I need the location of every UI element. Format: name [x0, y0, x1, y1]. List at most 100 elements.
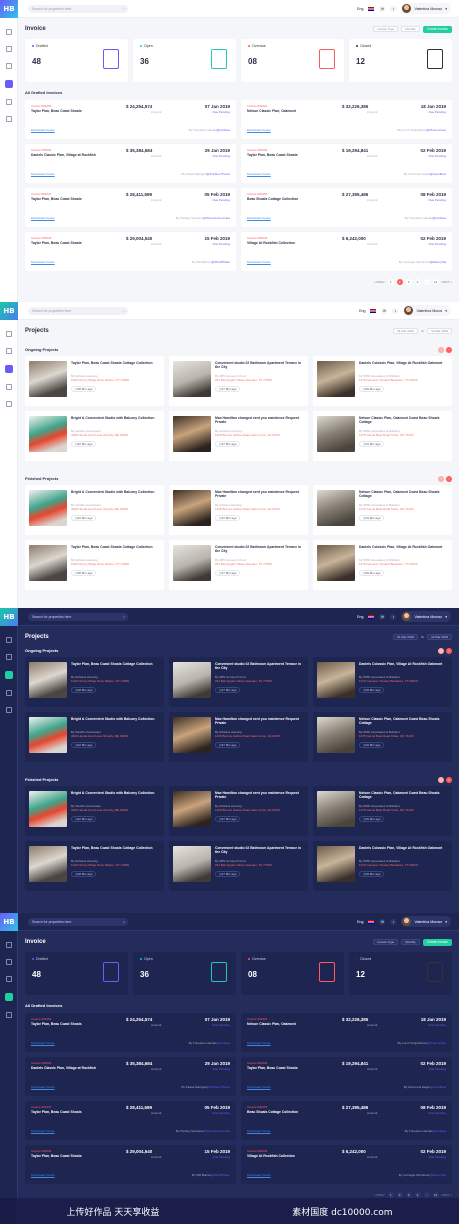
download-invoice-link[interactable]: Download Invoice: [247, 216, 271, 220]
project-title[interactable]: Convenient studio 02 Bathroom Apartment …: [215, 662, 305, 670]
author-org[interactable]: @ramiboa: [432, 216, 446, 220]
download-invoice-link[interactable]: Download Invoice: [31, 172, 55, 176]
author-org[interactable]: @GomiBros: [430, 1085, 446, 1089]
project-card[interactable]: Taylor Plan, Beau Coast Shoals Cottage C…: [25, 841, 164, 891]
invoice-icon[interactable]: [5, 690, 12, 696]
app-logo[interactable]: HB: [0, 0, 18, 18]
project-title[interactable]: Taylor Plan, Beau Coast Shoals Cottage C…: [71, 361, 161, 365]
stat-card[interactable]: Overdue 08: [241, 39, 344, 82]
prev-page-button[interactable]: « PREV: [374, 1193, 385, 1197]
project-title[interactable]: Max Hamilton changed sent you maintence …: [215, 416, 305, 424]
user-menu[interactable]: Valentina Moroso ▾: [401, 611, 451, 622]
project-card[interactable]: Nelson Classic Plan, Oakmont Coast Beau …: [313, 485, 452, 535]
invoice-card[interactable]: Invoice #34562 Daniels Classic Plan, Vill…: [25, 144, 236, 183]
download-invoice-link[interactable]: Download Invoice: [247, 1173, 271, 1177]
invoice-card[interactable]: Invoice #34562 Daniels Classic Plan, Vill…: [25, 1057, 236, 1096]
download-invoice-link[interactable]: Download Invoice: [247, 1129, 271, 1133]
settings-icon[interactable]: [5, 401, 12, 407]
project-title[interactable]: Taylor Plan, Beau Coast Shoals Cottage C…: [71, 662, 161, 666]
stat-card[interactable]: Open 36: [133, 39, 236, 82]
mail-icon[interactable]: ✉: [381, 307, 388, 314]
app-logo[interactable]: HB: [0, 608, 18, 626]
next-arrow-icon[interactable]: ›: [446, 776, 452, 783]
project-title[interactable]: Bright & Convenient Studio with Balcony …: [71, 490, 161, 494]
mail-icon[interactable]: ✉: [379, 5, 386, 12]
invoice-card[interactable]: Invoice #34245 Village At Rockfish Collec…: [241, 232, 452, 271]
bell-icon[interactable]: ♪: [392, 307, 399, 314]
download-invoice-link[interactable]: Download Invoice: [247, 260, 271, 264]
project-title[interactable]: Convenient studio 02 Bathroom Apartment …: [215, 545, 305, 553]
next-arrow-icon[interactable]: ›: [446, 475, 452, 482]
user-menu[interactable]: Valentina Moroso ▾: [401, 3, 451, 14]
project-card[interactable]: Bright & Convenient Studio with Balcony …: [25, 786, 164, 836]
invoice-card[interactable]: Invoice #34546 Taylor Plan, Beau Coast Sh…: [25, 1145, 236, 1184]
project-title[interactable]: Daniels Colossic Plan, Village At Rockfi…: [359, 662, 449, 666]
project-card[interactable]: Daniels Colossic Plan, Village At Rockfi…: [313, 841, 452, 891]
language-label[interactable]: Eng: [357, 7, 363, 11]
invoice-card[interactable]: Invoice #34546 Taylor Plan, Beau Coast Sh…: [25, 232, 236, 271]
project-title[interactable]: Taylor Plan, Beau Coast Shoals Cottage C…: [71, 545, 161, 549]
period-select[interactable]: Monthly: [401, 26, 420, 32]
author-org[interactable]: @ramiboa: [216, 128, 230, 132]
invoice-card[interactable]: Invoice #32324 Nelson Classic Plan, Oakmo…: [241, 100, 452, 139]
prev-page-button[interactable]: « PREV: [374, 280, 385, 284]
page-button[interactable]: 1: [387, 279, 394, 285]
download-invoice-link[interactable]: Download Invoice: [31, 1085, 55, 1089]
project-title[interactable]: Nelson Classic Plan, Oakmont Coast Beau …: [359, 717, 449, 725]
project-card[interactable]: Daniels Colossic Plan, Village At Rockfi…: [313, 540, 452, 590]
author-org[interactable]: @GomiBros: [430, 172, 446, 176]
prev-arrow-icon[interactable]: ‹: [438, 475, 444, 482]
project-card[interactable]: Bright & Convenient Studio with Balcony …: [25, 712, 164, 762]
project-card[interactable]: Nelson Classic Plan, Oakmont Coast Beau …: [313, 411, 452, 461]
project-title[interactable]: Bright & Convenient Studio with Balcony …: [71, 717, 161, 721]
page-button[interactable]: 3: [405, 279, 412, 285]
invoice-card[interactable]: Invoice #34464 Taylor Plan, Beau Coast Sh…: [241, 1057, 452, 1096]
project-card[interactable]: Daniels Colossic Plan, Village At Rockfi…: [313, 356, 452, 406]
language-label[interactable]: Eng: [357, 920, 363, 924]
project-title[interactable]: Max Hamilton changed sent you maintence …: [215, 791, 305, 799]
bell-icon[interactable]: ♪: [390, 5, 397, 12]
author-org[interactable]: @Siva Food Limited: [203, 1129, 230, 1133]
search-input[interactable]: Search for properties here ⌕: [28, 917, 128, 926]
building-icon[interactable]: [5, 976, 12, 982]
next-arrow-icon[interactable]: ›: [446, 647, 452, 654]
project-card[interactable]: Bright & Convenient Studio with Balcony …: [25, 485, 164, 535]
prev-arrow-icon[interactable]: ‹: [438, 346, 444, 353]
next-page-button[interactable]: NEXT »: [442, 280, 452, 284]
author-org[interactable]: @Vivek Group: [427, 128, 447, 132]
download-invoice-link[interactable]: Download Invoice: [31, 1129, 55, 1133]
invoice-card[interactable]: Invoice #43454 Taylor Plan, Beau Coast Sh…: [25, 100, 236, 139]
author-org[interactable]: @Manoj Raj: [429, 1173, 446, 1177]
settings-icon[interactable]: [5, 707, 12, 713]
download-invoice-link[interactable]: Download Invoice: [31, 1041, 55, 1045]
page-button[interactable]: 4: [414, 279, 421, 285]
project-card[interactable]: Taylor Plan, Beau Coast Shoals Cottage C…: [25, 657, 164, 707]
project-card[interactable]: Nelson Classic Plan, Oakmont Coast Beau …: [313, 712, 452, 762]
project-title[interactable]: Max Hamilton changed sent you maintence …: [215, 717, 305, 725]
create-invoice-button[interactable]: Create Invoice: [422, 25, 452, 33]
prev-arrow-icon[interactable]: ‹: [438, 776, 444, 783]
project-title[interactable]: Nelson Classic Plan, Oakmont Coast Beau …: [359, 490, 449, 498]
date-from-select[interactable]: 01 Mar 2019: [393, 328, 418, 334]
project-title[interactable]: Convenient studio 02 Bathroom Apartment …: [215, 361, 305, 369]
user-icon[interactable]: [5, 348, 12, 354]
invoice-card[interactable]: Invoice #34464 Taylor Plan, Beau Coast Sh…: [241, 144, 452, 183]
invoice-card[interactable]: Invoice #32347 Taylor Plan, Beau Coast Sh…: [25, 1101, 236, 1140]
stat-card[interactable]: Overdue 08: [241, 952, 344, 995]
chat-icon[interactable]: [5, 99, 12, 105]
app-logo[interactable]: HB: [0, 913, 18, 931]
date-to-select[interactable]: 12 Mar 2019: [427, 328, 452, 334]
invoice-card[interactable]: Invoice #32324 Nelson Classic Plan, Oakmo…: [241, 1013, 452, 1052]
invoice-card[interactable]: Invoice #43454 Beau Shoals Cottage Collec…: [241, 188, 452, 227]
download-invoice-link[interactable]: Download Invoice: [31, 216, 55, 220]
author-org[interactable]: @Krishna Thamo: [207, 172, 230, 176]
search-input[interactable]: Search for properties here ⌕: [28, 612, 128, 621]
download-invoice-link[interactable]: Download Invoice: [31, 1173, 55, 1177]
building-icon[interactable]: [4, 671, 13, 679]
language-label[interactable]: Eng: [359, 309, 365, 313]
project-card[interactable]: Max Hamilton changed sent you maintence …: [169, 411, 308, 461]
project-title[interactable]: Nelson Classic Plan, Oakmont Coast Beau …: [359, 791, 449, 799]
project-card[interactable]: Convenient studio 02 Bathroom Apartment …: [169, 540, 308, 590]
invoice-card[interactable]: Invoice #34245 Village At Rockfish Collec…: [241, 1145, 452, 1184]
search-input[interactable]: Search for properties here ⌕: [28, 306, 128, 315]
